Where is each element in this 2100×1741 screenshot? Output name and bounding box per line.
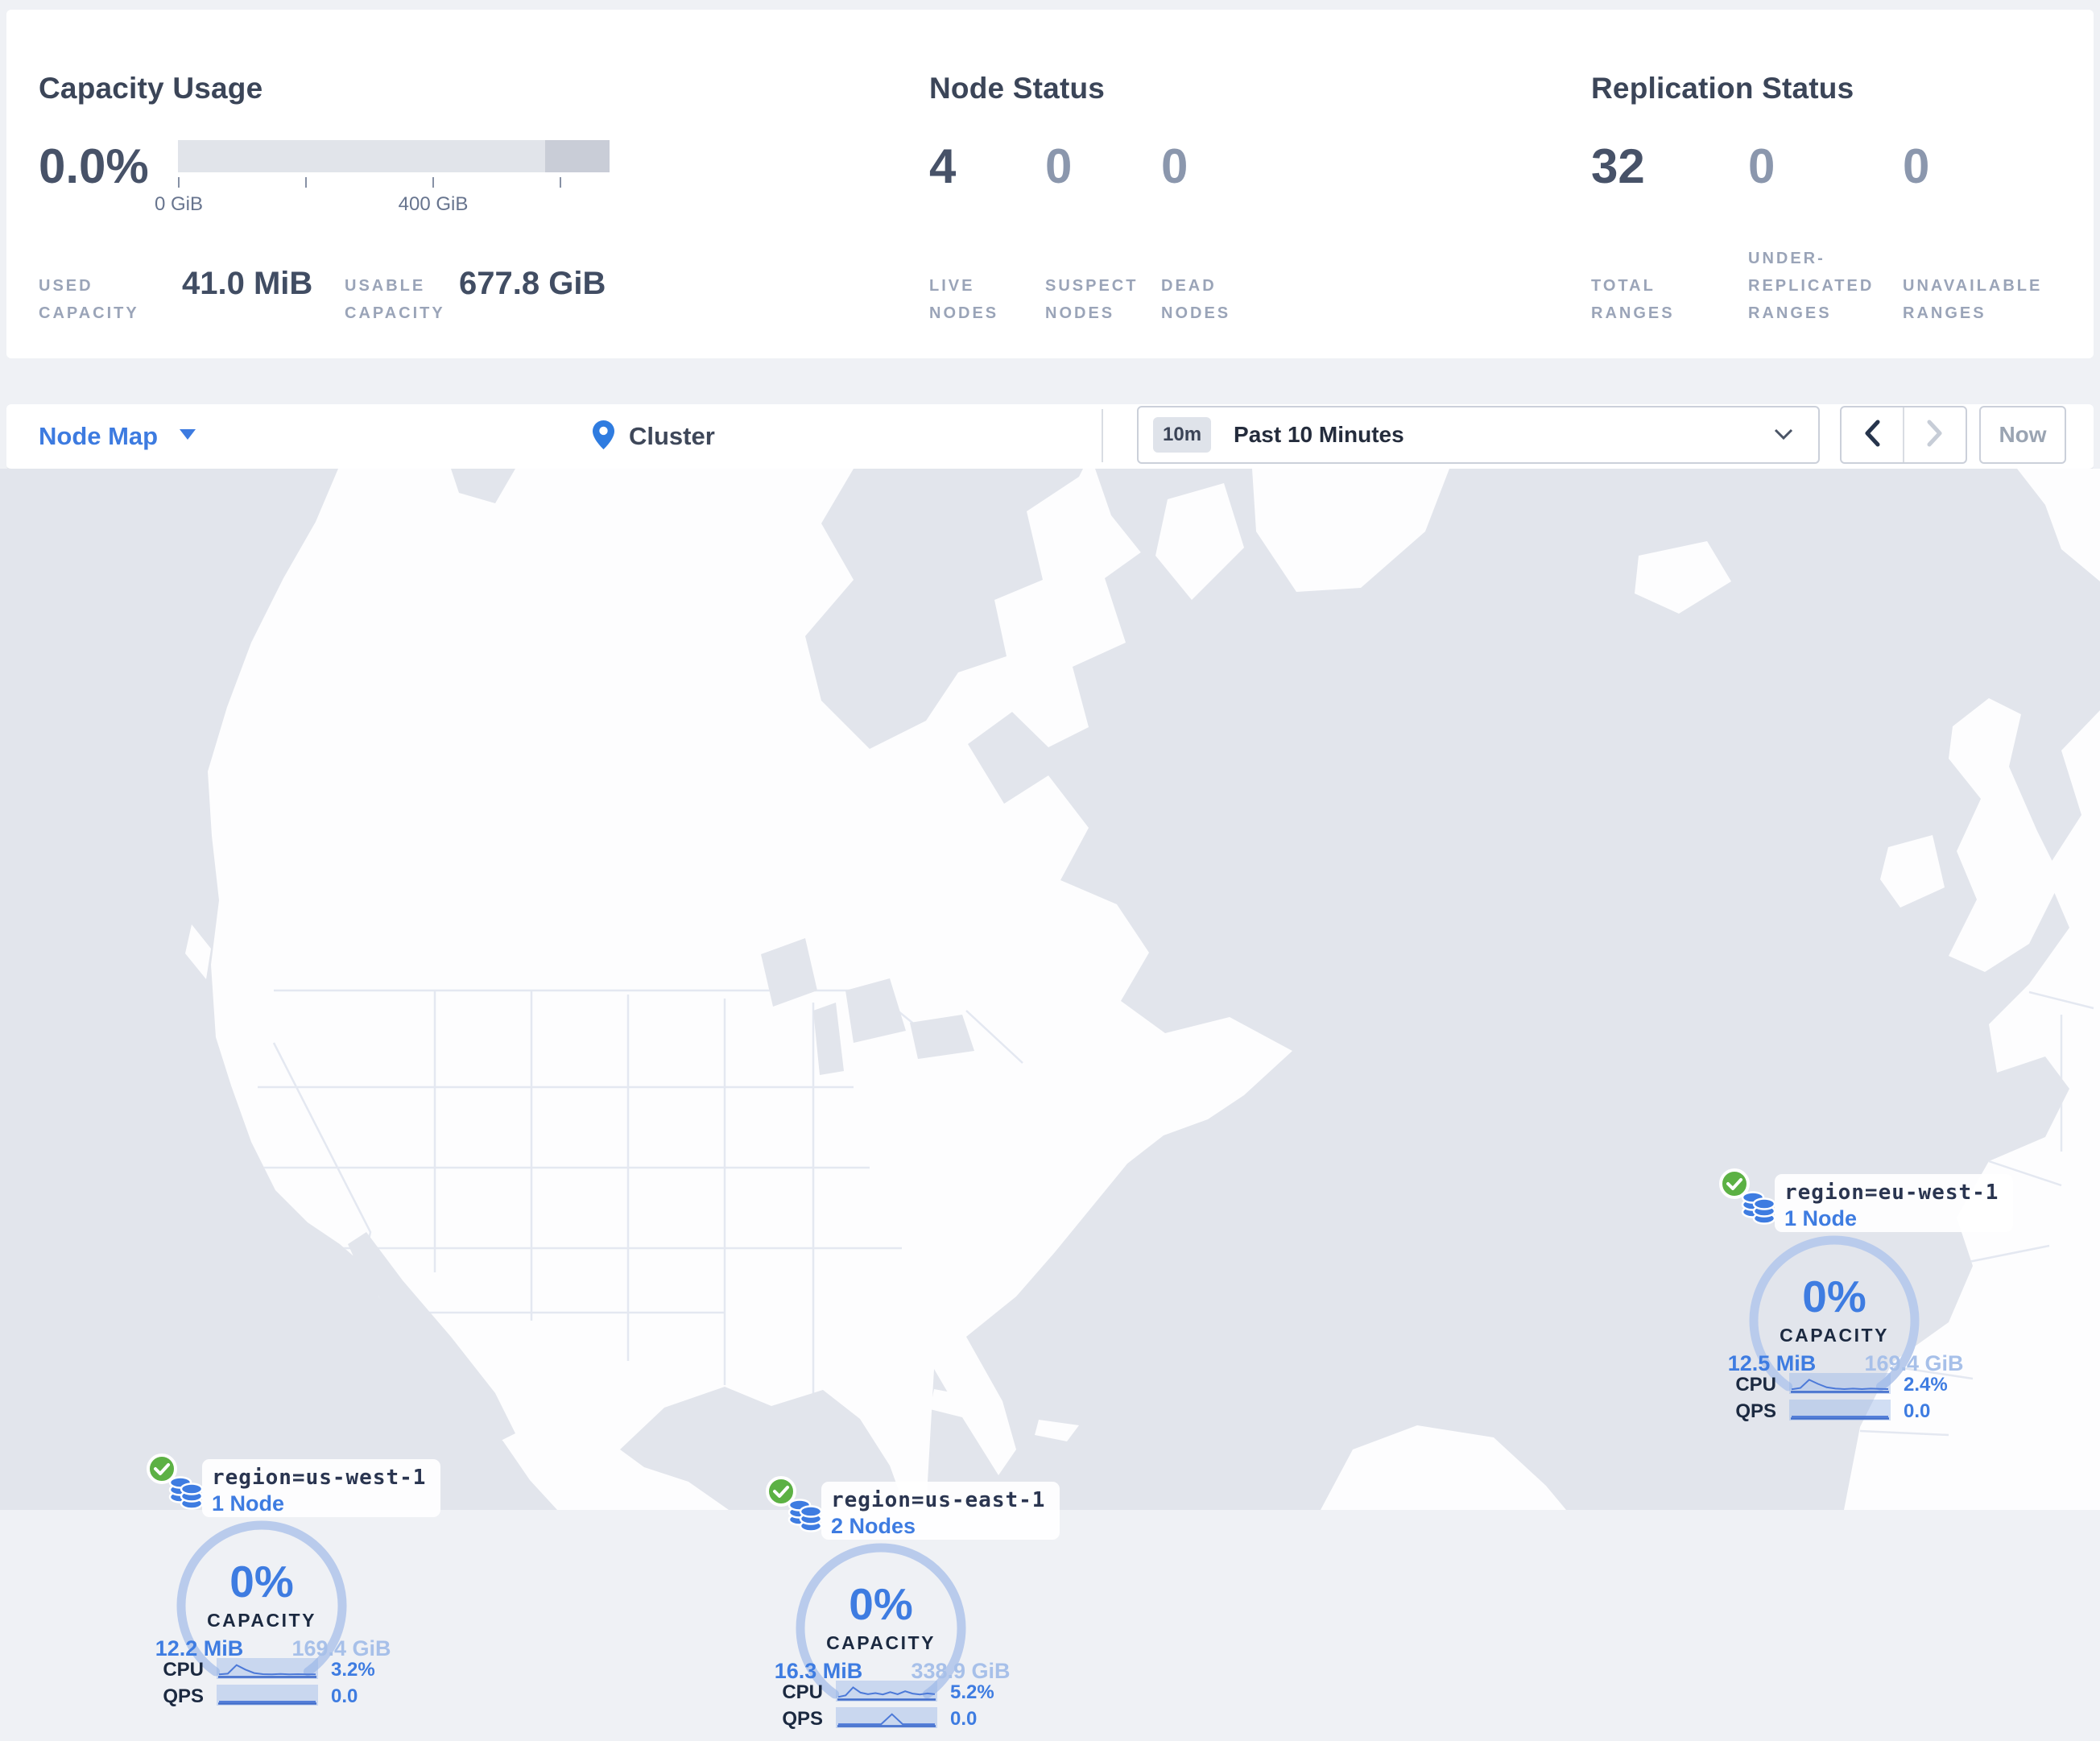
unavailable-ranges-value: 0 xyxy=(1903,139,1930,193)
time-next-button[interactable] xyxy=(1904,407,1966,462)
region-marker-us-east-1: region=us-east-1 2 Nodes 0% CAPACITY 16.3 Mi… xyxy=(752,1467,1060,1741)
qps-value: 0.0 xyxy=(950,1708,978,1730)
breadcrumb[interactable]: Cluster xyxy=(593,404,715,469)
suspect-nodes-label: SUSPECT NODES xyxy=(1045,277,1139,322)
suspect-nodes-value: 0 xyxy=(1045,139,1073,193)
chevron-right-icon xyxy=(1926,420,1944,451)
database-icon xyxy=(165,1472,207,1518)
chevron-left-icon xyxy=(1863,420,1881,451)
capacity-bar xyxy=(178,140,610,172)
cluster-summary-panel: Capacity Usage 0.0% 0 GiB 400 GiB USED CA… xyxy=(6,10,2094,358)
breadcrumb-label: Cluster xyxy=(629,422,715,450)
cpu-label: CPU xyxy=(163,1659,204,1681)
region-capacity-percent: 0% xyxy=(1802,1272,1866,1321)
view-selector-dropdown[interactable]: Node Map xyxy=(39,404,196,469)
cpu-value: 5.2% xyxy=(950,1681,994,1703)
time-nav-arrows xyxy=(1840,406,1967,464)
total-ranges-label: TOTAL RANGES xyxy=(1591,277,1675,322)
node-map[interactable]: region=us-west-1 1 Node 0% CAPACITY 12.2 MiB… xyxy=(0,469,2100,1730)
caret-down-icon xyxy=(179,428,196,445)
region-capacity-label: CAPACITY xyxy=(207,1610,316,1631)
cpu-sparkline xyxy=(217,1658,318,1679)
capacity-percent: 0.0% xyxy=(39,139,149,193)
region-node-count[interactable]: 2 Nodes xyxy=(831,1514,916,1539)
used-capacity-value: 41.0 MiB xyxy=(182,266,313,301)
capacity-usage-title: Capacity Usage xyxy=(39,71,263,105)
live-nodes-value: 4 xyxy=(929,139,957,193)
qps-sparkline xyxy=(836,1707,937,1728)
node-status-title: Node Status xyxy=(929,71,1106,105)
qps-label: QPS xyxy=(1735,1400,1776,1422)
under-replicated-ranges-label: UNDER- REPLICATED RANGES xyxy=(1748,250,1875,322)
region-name[interactable]: region=us-west-1 xyxy=(212,1466,426,1490)
region-capacity-label: CAPACITY xyxy=(1780,1325,1889,1346)
capacity-bar-reserved xyxy=(545,140,610,172)
qps-value: 0.0 xyxy=(331,1685,358,1707)
view-selector-label: Node Map xyxy=(39,422,159,450)
used-capacity-label: USED CAPACITY xyxy=(39,277,139,322)
region-capacity-label: CAPACITY xyxy=(826,1632,936,1653)
qps-label: QPS xyxy=(163,1685,204,1707)
cpu-label: CPU xyxy=(1735,1374,1776,1396)
region-node-count[interactable]: 1 Node xyxy=(212,1491,284,1516)
time-prev-button[interactable] xyxy=(1842,407,1904,462)
region-node-count[interactable]: 1 Node xyxy=(1784,1206,1857,1231)
capacity-tick-400: 400 GiB xyxy=(398,193,469,215)
map-toolbar: Node Map Cluster 10m Past 10 Minutes Now xyxy=(6,404,2094,470)
dead-nodes-label: DEAD NODES xyxy=(1161,277,1231,322)
database-icon xyxy=(784,1495,826,1540)
live-nodes-label: LIVE NODES xyxy=(929,277,999,322)
region-capacity-percent: 0% xyxy=(849,1579,913,1629)
cpu-sparkline xyxy=(836,1681,937,1702)
region-name[interactable]: region=eu-west-1 xyxy=(1784,1181,1999,1205)
region-name[interactable]: region=us-east-1 xyxy=(831,1488,1045,1512)
time-range-badge: 10m xyxy=(1153,417,1212,453)
region-marker-us-west-1: region=us-west-1 1 Node 0% CAPACITY 12.2 MiB… xyxy=(133,1445,440,1718)
cpu-label: CPU xyxy=(782,1681,823,1703)
qps-value: 0.0 xyxy=(1904,1400,1931,1422)
database-icon xyxy=(1738,1187,1780,1233)
replication-status-title: Replication Status xyxy=(1591,71,1854,105)
time-range-label: Past 10 Minutes xyxy=(1234,422,1404,447)
toolbar-divider xyxy=(1102,409,1103,462)
total-ranges-value: 32 xyxy=(1591,139,1645,193)
qps-sparkline xyxy=(217,1685,318,1706)
dead-nodes-value: 0 xyxy=(1161,139,1188,193)
usable-capacity-label: USABLE CAPACITY xyxy=(345,277,445,322)
cpu-sparkline xyxy=(1789,1373,1891,1394)
under-replicated-ranges-value: 0 xyxy=(1748,139,1775,193)
map-pin-icon xyxy=(593,420,614,453)
unavailable-ranges-label: UNAVAILABLE RANGES xyxy=(1903,277,2043,322)
usable-capacity-value: 677.8 GiB xyxy=(459,266,606,301)
time-range-select[interactable]: 10m Past 10 Minutes xyxy=(1137,406,1820,464)
qps-sparkline xyxy=(1789,1400,1891,1421)
chevron-down-icon xyxy=(1773,427,1794,445)
cpu-value: 2.4% xyxy=(1904,1374,1948,1396)
cpu-value: 3.2% xyxy=(331,1659,375,1681)
region-marker-eu-west-1: region=eu-west-1 1 Node 0% CAPACITY 12.5 MiB… xyxy=(1705,1160,2013,1433)
qps-label: QPS xyxy=(782,1708,823,1730)
now-button[interactable]: Now xyxy=(1979,406,2066,464)
region-capacity-percent: 0% xyxy=(229,1557,294,1607)
capacity-tick-0: 0 GiB xyxy=(154,193,204,215)
